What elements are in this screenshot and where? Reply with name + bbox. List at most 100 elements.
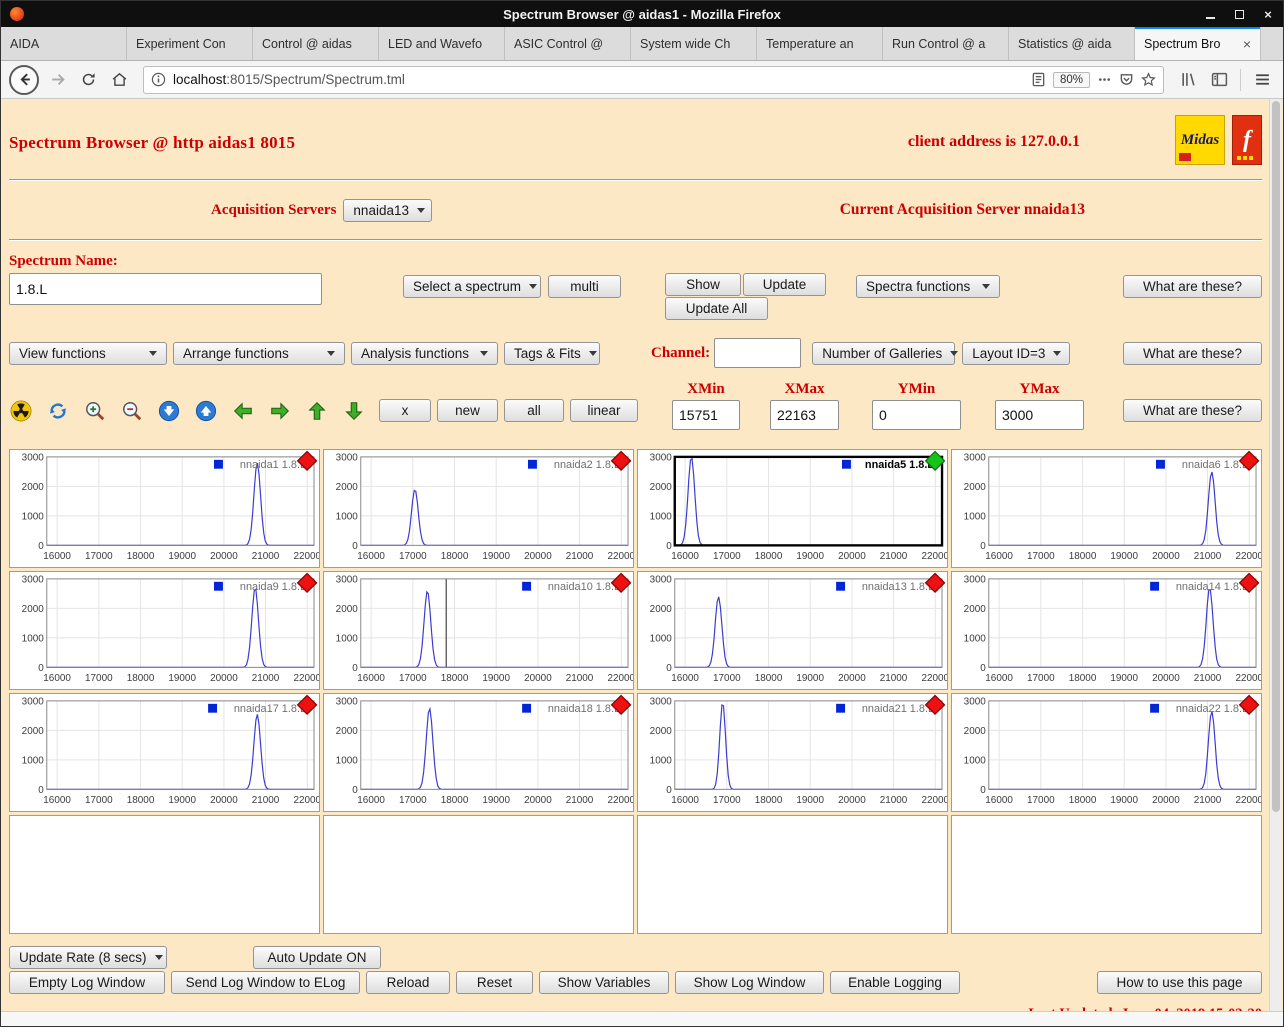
arrow-down-icon[interactable] — [342, 399, 365, 422]
update-rate-select[interactable]: Update Rate (8 secs) — [9, 946, 167, 969]
spectrum-plot-nnaida22[interactable]: 16000 17000 18000 19000 20000 21000 22000 0 1000… — [951, 693, 1262, 812]
minimize-button[interactable] — [1203, 7, 1217, 21]
how-to-use-button[interactable]: How to use this page — [1097, 971, 1262, 994]
new-button[interactable]: new — [437, 399, 498, 422]
ymin-input[interactable] — [872, 400, 961, 430]
vertical-scrollbar[interactable] — [1269, 99, 1282, 1011]
xmax-input[interactable] — [770, 400, 839, 430]
spectrum-plot-nnaida5[interactable]: 16000 17000 18000 19000 20000 21000 22000 0 1000… — [637, 449, 948, 568]
update-button[interactable]: Update — [743, 273, 826, 296]
auto-update-button[interactable]: Auto Update ON — [253, 946, 381, 969]
zoom-level-indicator[interactable]: 80% — [1052, 71, 1090, 88]
library-button[interactable] — [1175, 67, 1201, 93]
tab-aida[interactable]: AIDA — [1, 27, 127, 60]
spectra-functions-select[interactable]: Spectra functions — [856, 275, 1000, 298]
empty-gallery-cell — [9, 815, 320, 934]
divider — [9, 239, 1262, 241]
tab-run-control-a[interactable]: Run Control @ a — [883, 27, 1009, 60]
update-all-button[interactable]: Update All — [665, 297, 768, 320]
page-actions-icon[interactable] — [1097, 72, 1112, 87]
acquisition-server-select[interactable]: nnaida13 — [343, 198, 433, 222]
number-of-galleries-select[interactable]: Number of Galleries — [812, 341, 959, 365]
svg-text:20000: 20000 — [1152, 673, 1180, 684]
spectrum-plot-nnaida1[interactable]: 16000 17000 18000 19000 20000 21000 22000 0 1000… — [9, 449, 320, 568]
reload-page-button[interactable]: Reload — [366, 971, 450, 994]
spectrum-plot-nnaida13[interactable]: 16000 17000 18000 19000 20000 21000 22000 0 1000… — [637, 571, 948, 690]
zoom-out-icon[interactable] — [120, 399, 143, 422]
multi-button[interactable]: multi — [548, 275, 621, 298]
back-button[interactable] — [9, 64, 39, 95]
spectrum-plot-nnaida18[interactable]: 16000 17000 18000 19000 20000 21000 22000 0 1000… — [323, 693, 634, 812]
what-are-these-button-2[interactable]: What are these? — [1123, 341, 1262, 365]
url-bar[interactable]: localhost:8015/Spectrum/Spectrum.tml 80% — [143, 65, 1164, 94]
tab-statistics-aida[interactable]: Statistics @ aida — [1009, 27, 1135, 60]
tab-control-aidas[interactable]: Control @ aidas — [253, 27, 379, 60]
pocket-icon[interactable] — [1119, 72, 1134, 87]
home-button[interactable] — [106, 67, 132, 93]
arrow-left-icon[interactable] — [231, 399, 254, 422]
show-button[interactable]: Show — [665, 273, 741, 296]
send-log-to-elog-button[interactable]: Send Log Window to ELog — [171, 971, 360, 994]
tab-label: Control @ aidas — [262, 36, 352, 51]
zoom-in-icon[interactable] — [83, 399, 106, 422]
x-button[interactable]: x — [379, 399, 431, 422]
spectrum-name-input[interactable] — [9, 273, 322, 305]
refresh-icon[interactable] — [46, 399, 69, 422]
spectrum-plot-nnaida14[interactable]: 16000 17000 18000 19000 20000 21000 22000 0 1000… — [951, 571, 1262, 690]
channel-input[interactable] — [714, 338, 802, 368]
reader-mode-icon[interactable] — [1031, 72, 1046, 87]
linear-button[interactable]: linear — [570, 399, 638, 422]
arrow-up-icon[interactable] — [305, 399, 328, 422]
radiation-icon[interactable] — [9, 399, 32, 422]
maximize-button[interactable] — [1232, 7, 1246, 21]
url-text[interactable]: localhost:8015/Spectrum/Spectrum.tml — [173, 72, 1024, 87]
ymax-input[interactable] — [995, 400, 1084, 430]
spectrum-plot-nnaida9[interactable]: 16000 17000 18000 19000 20000 21000 22000 0 1000… — [9, 571, 320, 690]
tab-experiment-con[interactable]: Experiment Con — [127, 27, 253, 60]
select-a-spectrum-select[interactable]: Select a spectrum — [403, 275, 541, 298]
layout-id-select[interactable]: Layout ID=3 — [962, 341, 1071, 365]
enable-logging-button[interactable]: Enable Logging — [830, 971, 960, 994]
svg-text:17000: 17000 — [713, 795, 741, 806]
tab-asic-control[interactable]: ASIC Control @ — [505, 27, 631, 60]
tab-temperature-an[interactable]: Temperature an — [757, 27, 883, 60]
tab-led-and-wavefo[interactable]: LED and Wavefo — [379, 27, 505, 60]
what-are-these-button-3[interactable]: What are these? — [1123, 399, 1262, 422]
tab-spectrum-bro[interactable]: Spectrum Bro × — [1135, 27, 1261, 60]
tab-close-icon[interactable]: × — [1243, 36, 1251, 52]
menu-button[interactable] — [1249, 67, 1275, 93]
analysis-functions-select[interactable]: Analysis functions — [351, 341, 498, 365]
spectrum-plot-nnaida6[interactable]: 16000 17000 18000 19000 20000 21000 22000 0 1000… — [951, 449, 1262, 568]
spectrum-plot-nnaida10[interactable]: 16000 17000 18000 19000 20000 21000 22000 0 1000… — [323, 571, 634, 690]
xmin-input[interactable] — [672, 400, 740, 430]
spectrum-plot-nnaida17[interactable]: 16000 17000 18000 19000 20000 21000 22000 0 1000… — [9, 693, 320, 812]
svg-text:3000: 3000 — [650, 696, 673, 707]
arrange-functions-select[interactable]: Arrange functions — [173, 341, 345, 365]
spectrum-plot-nnaida2[interactable]: 16000 17000 18000 19000 20000 21000 22000 0 1000… — [323, 449, 634, 568]
reload-button[interactable] — [75, 67, 101, 93]
reset-button[interactable]: Reset — [456, 971, 533, 994]
tab-system-wide-ch[interactable]: System wide Ch — [631, 27, 757, 60]
show-variables-button[interactable]: Show Variables — [539, 971, 669, 994]
scroll-up-icon[interactable] — [194, 399, 217, 422]
sidebar-button[interactable] — [1206, 67, 1232, 93]
site-info-icon[interactable] — [151, 72, 166, 87]
forward-button[interactable] — [44, 67, 70, 93]
svg-text:3000: 3000 — [22, 574, 45, 585]
spectrum-plot-nnaida21[interactable]: 16000 17000 18000 19000 20000 21000 22000 0 1000… — [637, 693, 948, 812]
all-button[interactable]: all — [504, 399, 564, 422]
tags-and-fits-select[interactable]: Tags & Fits — [504, 341, 600, 365]
show-log-window-button[interactable]: Show Log Window — [675, 971, 824, 994]
svg-text:19000: 19000 — [482, 673, 510, 684]
svg-text:0: 0 — [980, 541, 986, 552]
close-button[interactable]: × — [1261, 7, 1275, 21]
what-are-these-button-1[interactable]: What are these? — [1123, 275, 1262, 298]
bookmark-star-icon[interactable] — [1141, 72, 1156, 87]
empty-log-window-button[interactable]: Empty Log Window — [9, 971, 165, 994]
arrow-right-icon[interactable] — [268, 399, 291, 422]
svg-text:19000: 19000 — [1110, 795, 1138, 806]
status-bar — [1, 1011, 1283, 1026]
view-functions-select[interactable]: View functions — [9, 341, 167, 365]
scroll-down-icon[interactable] — [157, 399, 180, 422]
scrollbar-thumb[interactable] — [1272, 101, 1280, 813]
